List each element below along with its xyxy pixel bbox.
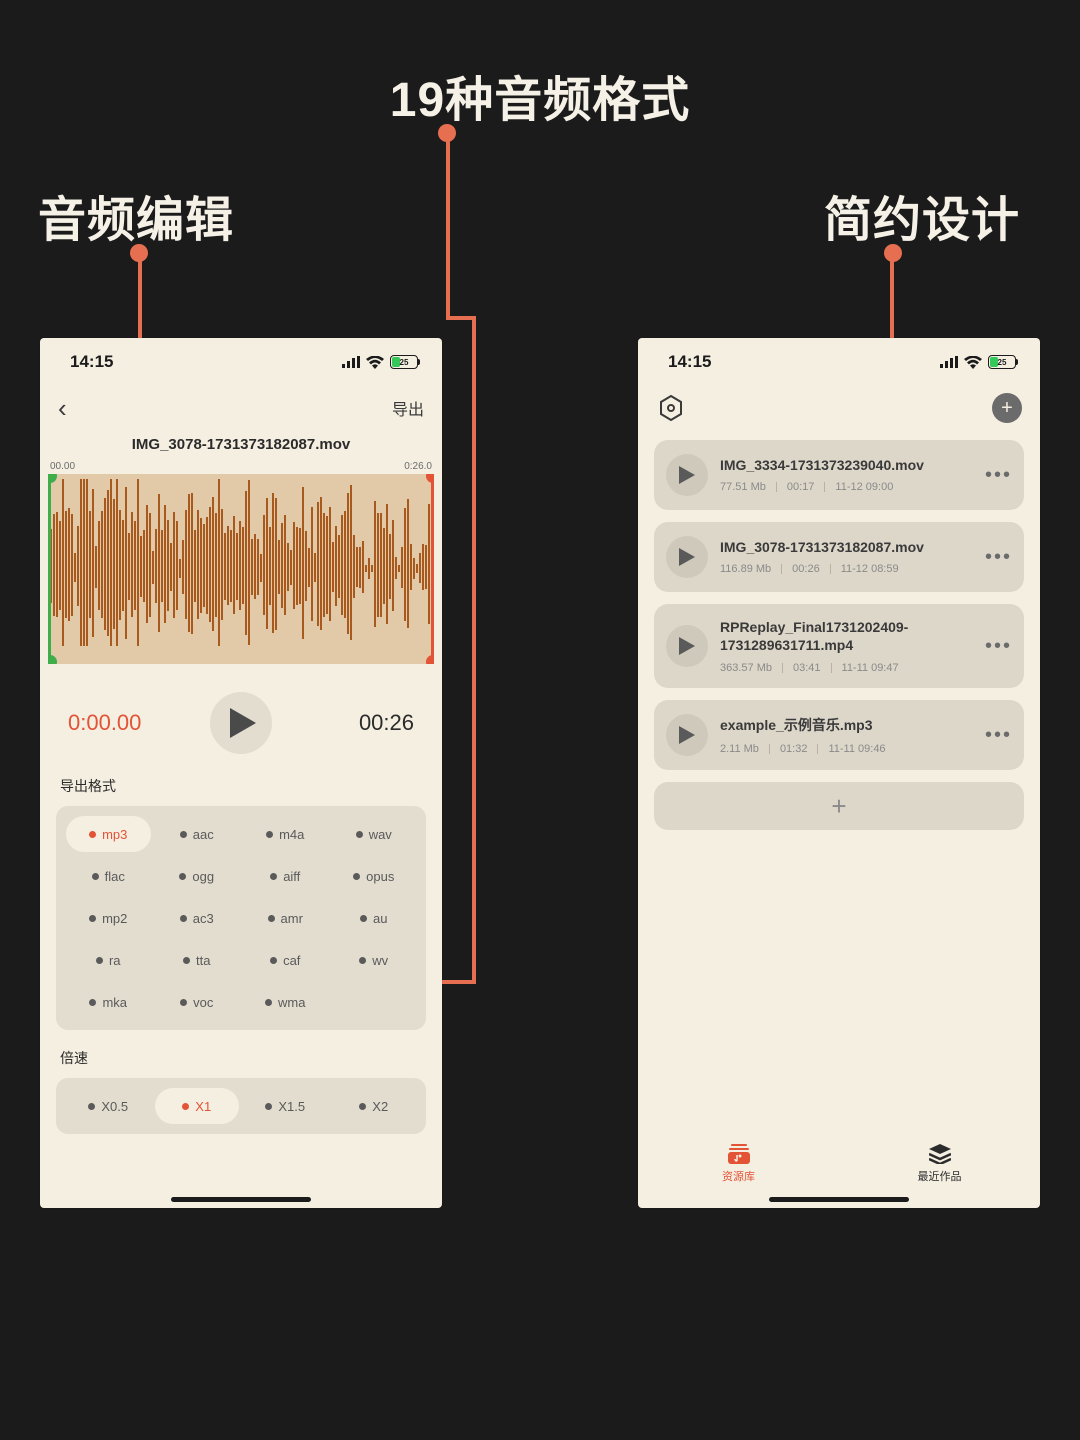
format-chip-ogg[interactable]: ogg — [155, 858, 240, 894]
format-chip-voc[interactable]: voc — [155, 984, 240, 1020]
connector-line — [446, 133, 450, 316]
format-chip-aiff[interactable]: aiff — [243, 858, 328, 894]
file-name: IMG_3334-1731373239040.mov — [720, 457, 973, 473]
tab-library[interactable]: 资源库 — [638, 1132, 839, 1196]
format-chip-m4a[interactable]: m4a — [243, 816, 328, 852]
file-card[interactable]: IMG_3334-1731373239040.mov 77.51 Mb00:171… — [654, 440, 1024, 510]
format-chip-ac3[interactable]: ac3 — [155, 900, 240, 936]
more-icon[interactable]: ••• — [985, 635, 1012, 658]
format-chip-mp3[interactable]: mp3 — [66, 816, 151, 852]
file-list: IMG_3334-1731373239040.mov 77.51 Mb00:171… — [638, 430, 1040, 830]
status-bar: 14:15 25 — [40, 338, 442, 386]
home-indicator — [769, 1197, 909, 1202]
tab-recent[interactable]: 最近作品 — [839, 1132, 1040, 1196]
file-name: IMG_3078-1731373182087.mov — [720, 539, 973, 555]
library-nav: + — [638, 386, 1040, 430]
speed-chip-X0.5[interactable]: X0.5 — [66, 1088, 151, 1124]
callout-editor: 音频编辑 — [38, 180, 234, 250]
add-button[interactable]: + — [992, 393, 1022, 423]
format-chip-flac[interactable]: flac — [66, 858, 151, 894]
format-chip-mp2[interactable]: mp2 — [66, 900, 151, 936]
more-icon[interactable]: ••• — [985, 724, 1012, 747]
back-button[interactable]: ‹ — [58, 393, 67, 424]
signal-icon — [940, 356, 958, 368]
format-chip-mka[interactable]: mka — [66, 984, 151, 1020]
format-chip-caf[interactable]: caf — [243, 942, 328, 978]
duration: 00:26 — [304, 710, 414, 736]
format-chip-tta[interactable]: tta — [155, 942, 240, 978]
phone-library: 14:15 25 + IMG_3334-1731373239040.mov 77.… — [638, 338, 1040, 1208]
file-meta: 77.51 Mb00:1711-12 09:00 — [720, 481, 973, 493]
speed-chip-X2[interactable]: X2 — [332, 1088, 417, 1124]
battery-icon: 25 — [390, 355, 418, 369]
phone-editor: 14:15 25 ‹ 导出 IMG_3078-1731373182087.mov… — [40, 338, 442, 1208]
ruler-end: 0:26.0 — [404, 461, 432, 472]
export-button[interactable]: 导出 — [392, 396, 424, 420]
trim-handle-right[interactable] — [431, 474, 434, 664]
more-icon[interactable]: ••• — [985, 546, 1012, 569]
home-indicator — [171, 1197, 311, 1202]
callout-formats: 19种音频格式 — [390, 60, 690, 130]
file-meta: 2.11 Mb01:3211-11 09:46 — [720, 743, 973, 755]
play-button[interactable] — [210, 692, 272, 754]
wifi-icon — [366, 356, 384, 369]
status-time: 14:15 — [70, 352, 113, 372]
speed-grid: X0.5X1X1.5X2 — [56, 1078, 426, 1134]
file-name: example_示例音乐.mp3 — [720, 715, 973, 735]
tab-label: 资源库 — [722, 1168, 755, 1184]
play-icon[interactable] — [666, 714, 708, 756]
library-icon — [728, 1144, 750, 1164]
nav-bar: ‹ 导出 — [40, 386, 442, 430]
tab-bar: 资源库 最近作品 — [638, 1132, 1040, 1196]
play-icon[interactable] — [666, 625, 708, 667]
format-chip-ra[interactable]: ra — [66, 942, 151, 978]
format-chip-wma[interactable]: wma — [243, 984, 328, 1020]
more-icon[interactable]: ••• — [985, 464, 1012, 487]
ruler-start: 00.00 — [50, 461, 75, 472]
add-file-button[interactable]: + — [654, 782, 1024, 830]
transport: 0:00.00 00:26 — [40, 664, 442, 772]
current-time: 0:00.00 — [68, 710, 178, 736]
file-meta: 363.57 Mb03:4111-11 09:47 — [720, 662, 973, 674]
file-title: IMG_3078-1731373182087.mov — [40, 430, 442, 461]
format-grid: mp3aacm4awav flacoggaiffopus mp2ac3amrau ra… — [56, 806, 426, 1030]
wifi-icon — [964, 356, 982, 369]
format-chip-opus[interactable]: opus — [332, 858, 417, 894]
format-chip-wav[interactable]: wav — [332, 816, 417, 852]
file-meta: 116.89 Mb00:2611-12 08:59 — [720, 563, 973, 575]
file-card[interactable]: example_示例音乐.mp3 2.11 Mb01:3211-11 09:46 •… — [654, 700, 1024, 770]
speed-chip-X1.5[interactable]: X1.5 — [243, 1088, 328, 1124]
battery-icon: 25 — [988, 355, 1016, 369]
waveform[interactable] — [48, 474, 434, 664]
speed-section-label: 倍速 — [40, 1044, 442, 1078]
format-chip-aac[interactable]: aac — [155, 816, 240, 852]
settings-icon[interactable] — [656, 393, 686, 423]
format-chip-amr[interactable]: amr — [243, 900, 328, 936]
play-icon[interactable] — [666, 454, 708, 496]
format-chip-wv[interactable]: wv — [332, 942, 417, 978]
signal-icon — [342, 356, 360, 368]
speed-chip-X1[interactable]: X1 — [155, 1088, 240, 1124]
play-icon[interactable] — [666, 536, 708, 578]
file-card[interactable]: IMG_3078-1731373182087.mov 116.89 Mb00:26… — [654, 522, 1024, 592]
connector-line — [472, 316, 476, 984]
file-card[interactable]: RPReplay_Final1731202409-1731289631711.m… — [654, 604, 1024, 688]
format-section-label: 导出格式 — [40, 772, 442, 806]
file-name: RPReplay_Final1731202409-1731289631711.m… — [720, 618, 973, 654]
time-ruler: 00.00 0:26.0 — [40, 461, 442, 472]
status-time: 14:15 — [668, 352, 711, 372]
tab-label: 最近作品 — [918, 1168, 962, 1184]
stack-icon — [929, 1144, 951, 1164]
format-chip-au[interactable]: au — [332, 900, 417, 936]
trim-handle-left[interactable] — [48, 474, 51, 664]
callout-design: 简约设计 — [824, 180, 1020, 250]
status-bar: 14:15 25 — [638, 338, 1040, 386]
